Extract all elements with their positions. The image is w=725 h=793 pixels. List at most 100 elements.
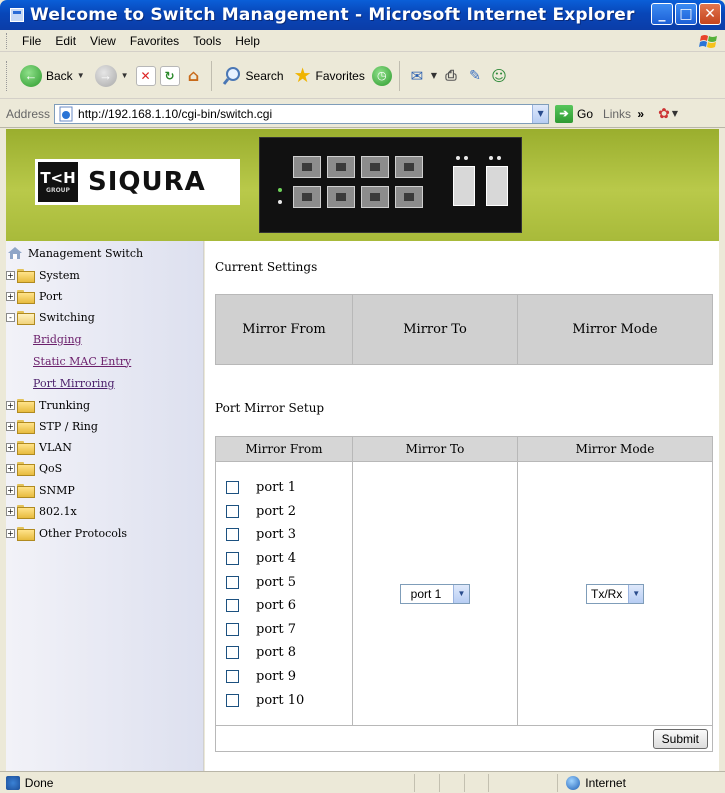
refresh-icon[interactable]: ↻ (159, 65, 180, 86)
expand-plus-icon[interactable]: + (6, 270, 15, 280)
port-row[interactable]: port 10 (226, 688, 352, 712)
status-text: Done (24, 775, 54, 790)
menu-view[interactable]: View (83, 32, 123, 50)
stop-icon[interactable]: ✕ (135, 65, 156, 86)
port-label: port 7 (256, 621, 296, 637)
sidebar-item-switching[interactable]: - Switching (6, 307, 95, 327)
back-label: Back (46, 68, 73, 83)
go-button[interactable]: ➔ Go (555, 104, 593, 123)
port-checkbox[interactable] (226, 693, 239, 707)
sidebar-link-port-mirroring[interactable]: Port Mirroring (33, 377, 115, 390)
port-checkbox[interactable] (226, 481, 239, 495)
sidebar-item-system[interactable]: + System (6, 265, 80, 285)
history-icon[interactable]: ◷ (371, 65, 392, 86)
port-checkbox[interactable] (226, 599, 239, 613)
expand-plus-icon[interactable]: + (6, 442, 15, 452)
sidebar-item-label: VLAN (39, 440, 72, 454)
port-row[interactable]: port 4 (226, 547, 352, 571)
search-button[interactable]: Search (219, 64, 287, 88)
menu-edit[interactable]: Edit (48, 32, 83, 50)
expand-plus-icon[interactable]: + (6, 291, 15, 301)
mirror-to-select[interactable]: port 1 ▼ (400, 583, 470, 604)
th-group-logo-icon: T<H GROUP (38, 162, 78, 202)
menu-favorites[interactable]: Favorites (123, 32, 186, 50)
port-checkbox[interactable] (226, 504, 239, 518)
forward-dropdown-icon[interactable]: ▼ (121, 71, 129, 80)
sidebar-item-stp-ring[interactable]: + STP / Ring (6, 416, 98, 436)
port-row[interactable]: port 9 (226, 665, 352, 689)
sidebar-item-bridging[interactable]: Bridging (33, 329, 82, 349)
rj45-port-icon (327, 186, 355, 208)
sidebar-item-port-mirroring[interactable]: Port Mirroring (33, 373, 115, 393)
rj45-port-icon (293, 186, 321, 208)
mirror-mode-select[interactable]: Tx/Rx ▼ (586, 583, 644, 604)
menu-help[interactable]: Help (228, 32, 267, 50)
status-led-icon (278, 188, 282, 192)
collapse-minus-icon[interactable]: - (6, 312, 15, 322)
sidebar-item-snmp[interactable]: + SNMP (6, 480, 75, 500)
close-button[interactable]: ✕ (699, 3, 721, 25)
sidebar-link-static-mac-entry[interactable]: Static MAC Entry (33, 355, 131, 368)
favorites-button[interactable]: ★ Favorites (291, 64, 368, 88)
expand-plus-icon[interactable]: + (6, 400, 15, 410)
home-icon[interactable]: ⌂ (184, 66, 204, 86)
links-button[interactable]: Links » (603, 107, 644, 121)
port-checkbox[interactable] (226, 552, 239, 566)
port-checkbox[interactable] (226, 646, 239, 660)
port-checkbox[interactable] (226, 622, 239, 636)
current-settings-table: Mirror From Mirror To Mirror Mode (215, 294, 713, 365)
port-label: port 5 (256, 574, 296, 590)
port-checkbox[interactable] (226, 670, 239, 684)
sidebar-item-static-mac-entry[interactable]: Static MAC Entry (33, 351, 131, 371)
sidebar-item-other-protocols[interactable]: + Other Protocols (6, 523, 127, 543)
addon-icon[interactable]: ✿ (658, 106, 670, 122)
menu-tools[interactable]: Tools (186, 32, 228, 50)
messenger-icon[interactable]: ☺ (489, 66, 509, 86)
port-row[interactable]: port 6 (226, 594, 352, 618)
address-input[interactable]: http://192.168.1.10/cgi-bin/switch.cgi ▼ (54, 103, 550, 124)
port-row[interactable]: port 2 (226, 500, 352, 524)
port-label: port 6 (256, 598, 296, 614)
port-row[interactable]: port 8 (226, 641, 352, 665)
toolbar-grip (6, 60, 9, 91)
port-checkbox[interactable] (226, 528, 239, 542)
rj45-port-icon (361, 186, 389, 208)
menu-file[interactable]: File (15, 32, 48, 50)
status-page-icon (6, 775, 20, 790)
forward-button[interactable]: → ▼ (92, 63, 132, 89)
tree-root-management-switch[interactable]: Management Switch (8, 243, 143, 263)
sidebar-item-qos[interactable]: + QoS (6, 458, 62, 478)
addon-dropdown-icon[interactable]: ▼ (672, 109, 678, 118)
expand-plus-icon[interactable]: + (6, 506, 15, 516)
expand-plus-icon[interactable]: + (6, 485, 15, 495)
mail-dropdown-icon[interactable]: ▼ (431, 71, 437, 80)
port-row[interactable]: port 5 (226, 570, 352, 594)
minimize-button[interactable]: _ (651, 3, 673, 25)
expand-plus-icon[interactable]: + (6, 528, 15, 538)
folder-icon (17, 290, 35, 304)
expand-plus-icon[interactable]: + (6, 421, 15, 431)
back-dropdown-icon[interactable]: ▼ (77, 71, 85, 80)
folder-icon (17, 441, 35, 455)
sidebar-link-bridging[interactable]: Bridging (33, 333, 82, 346)
maximize-button[interactable]: □ (675, 3, 697, 25)
expand-plus-icon[interactable]: + (6, 463, 15, 473)
address-dropdown-icon[interactable]: ▼ (532, 104, 549, 123)
port-row[interactable]: port 7 (226, 618, 352, 642)
go-arrow-icon: ➔ (555, 104, 574, 123)
port-checkbox[interactable] (226, 575, 239, 589)
sidebar-item-vlan[interactable]: + VLAN (6, 437, 72, 457)
back-button[interactable]: ← Back ▼ (17, 63, 88, 89)
links-label: Links (603, 106, 632, 121)
port-label: port 2 (256, 503, 296, 519)
submit-button[interactable]: Submit (652, 728, 708, 749)
mail-icon[interactable]: ✉ (407, 66, 427, 86)
port-row[interactable]: port 1 (226, 476, 352, 500)
edit-icon[interactable]: ✎ (465, 66, 485, 86)
chevron-down-icon: ▼ (628, 584, 643, 603)
print-icon[interactable]: ⎙ (441, 66, 461, 86)
sidebar-item-8021x[interactable]: + 802.1x (6, 501, 77, 521)
sidebar-item-trunking[interactable]: + Trunking (6, 395, 90, 415)
port-row[interactable]: port 3 (226, 523, 352, 547)
sidebar-item-port[interactable]: + Port (6, 286, 62, 306)
